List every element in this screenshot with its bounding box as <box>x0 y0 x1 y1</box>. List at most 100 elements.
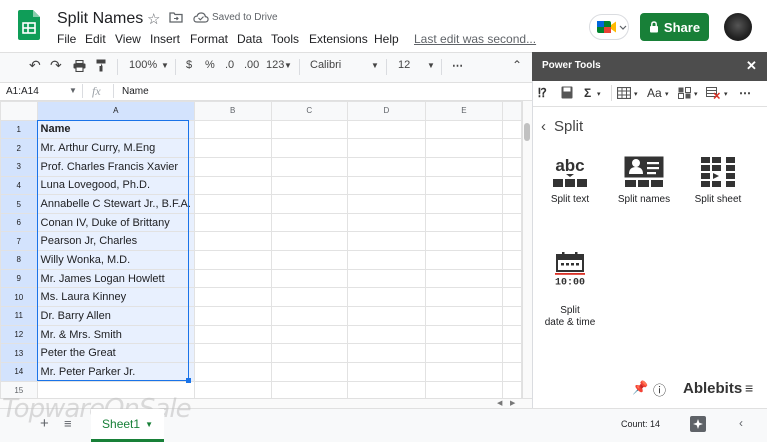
cell[interactable] <box>193 119 272 140</box>
row-header[interactable]: 1 <box>0 119 38 140</box>
cell[interactable] <box>502 250 522 270</box>
sum-icon[interactable]: Σ <box>584 86 591 100</box>
cell[interactable] <box>424 287 504 308</box>
column-header[interactable]: E <box>424 101 504 121</box>
scroll-left-icon[interactable]: ◀ <box>497 399 502 407</box>
cell-a[interactable]: Conan IV, Duke of Brittany <box>36 212 195 233</box>
cell[interactable] <box>270 343 349 363</box>
row-header[interactable]: 3 <box>0 156 38 177</box>
cell[interactable] <box>347 361 426 382</box>
cell[interactable] <box>270 119 349 140</box>
menu-format[interactable]: Format <box>190 32 228 46</box>
cell[interactable] <box>502 231 522 252</box>
cell[interactable] <box>270 250 349 270</box>
cell[interactable] <box>347 212 426 233</box>
text-case-icon[interactable]: Aa <box>647 86 662 100</box>
cell[interactable] <box>193 156 272 177</box>
cell-a[interactable]: Pearson Jr, Charles <box>36 231 195 252</box>
row-header[interactable]: 2 <box>0 138 38 158</box>
table-icon[interactable] <box>617 87 631 99</box>
cell[interactable] <box>502 306 522 326</box>
cell[interactable] <box>502 361 522 382</box>
cell[interactable] <box>347 175 426 196</box>
cell-a[interactable]: Name <box>36 119 195 140</box>
cell[interactable] <box>193 175 272 196</box>
text-chevron-icon[interactable]: ▾ <box>665 90 669 98</box>
cell[interactable] <box>193 361 272 382</box>
remove-chevron-icon[interactable]: ▾ <box>724 90 728 98</box>
selection-count[interactable]: Count: 14 <box>621 419 660 429</box>
cell[interactable] <box>424 231 504 252</box>
cell[interactable] <box>347 250 426 270</box>
cell-a[interactable]: Mr. James Logan Howlett <box>36 268 195 289</box>
all-sheets-icon[interactable]: ≡ <box>64 416 72 431</box>
cell[interactable] <box>424 343 504 363</box>
zoom-chevron-icon[interactable]: ▼ <box>161 61 169 70</box>
tools-icon[interactable]: ⁉ <box>538 86 547 100</box>
row-header[interactable]: 7 <box>0 231 38 252</box>
pin-icon[interactable]: 📌 <box>632 380 648 396</box>
cell[interactable] <box>502 156 522 177</box>
menu-file[interactable]: File <box>57 32 76 46</box>
currency-button[interactable]: $ <box>186 59 192 71</box>
cell[interactable] <box>347 287 426 308</box>
cell-a[interactable]: Dr. Barry Allen <box>36 306 195 326</box>
split-text-tool[interactable]: abc Split text <box>533 156 607 205</box>
close-icon[interactable]: ✕ <box>746 58 757 74</box>
decrease-decimal-button[interactable]: .0 <box>225 59 234 71</box>
add-sheet-icon[interactable]: + <box>40 415 49 432</box>
zoom-select[interactable]: 100% <box>129 59 157 71</box>
cell[interactable] <box>193 194 272 214</box>
row-header[interactable]: 13 <box>0 343 38 363</box>
cell[interactable] <box>193 324 272 345</box>
cell[interactable] <box>270 231 349 252</box>
meet-button[interactable] <box>589 14 629 40</box>
cell[interactable] <box>270 287 349 308</box>
info-icon[interactable]: ⓘ <box>653 380 666 399</box>
cell[interactable] <box>347 306 426 326</box>
cell-a[interactable]: Mr. & Mrs. Smith <box>36 324 195 345</box>
cell[interactable] <box>502 194 522 214</box>
cell[interactable] <box>193 231 272 252</box>
table-chevron-icon[interactable]: ▾ <box>634 90 638 98</box>
menu-extensions[interactable]: Extensions <box>309 32 368 46</box>
row-header[interactable]: 6 <box>0 212 38 233</box>
cell-a[interactable]: Annabelle C Stewart Jr., B.F.A. <box>36 194 195 214</box>
print-icon[interactable] <box>73 60 86 72</box>
cell[interactable] <box>193 343 272 363</box>
cell[interactable] <box>424 175 504 196</box>
cell[interactable] <box>502 380 522 401</box>
cell[interactable] <box>502 343 522 363</box>
redo-icon[interactable]: ↷ <box>50 57 62 74</box>
menu-tools[interactable]: Tools <box>271 32 299 46</box>
row-header[interactable]: 5 <box>0 194 38 214</box>
cell-a[interactable]: Willy Wonka, M.D. <box>36 250 195 270</box>
formats-chevron-icon[interactable]: ▼ <box>284 61 292 70</box>
split-date-time-tool[interactable]: 10:00 Split date & time <box>533 239 607 341</box>
column-header[interactable]: B <box>193 101 272 121</box>
cell[interactable] <box>502 175 522 196</box>
cell[interactable] <box>270 380 349 401</box>
scroll-right-icon[interactable]: ▶ <box>510 399 515 407</box>
row-header[interactable]: 4 <box>0 175 38 196</box>
more-formats-button[interactable]: 123 <box>266 59 284 71</box>
row-header[interactable]: 9 <box>0 268 38 289</box>
cell[interactable] <box>270 138 349 158</box>
cell[interactable] <box>193 250 272 270</box>
row-header[interactable]: 14 <box>0 361 38 382</box>
font-size-chevron-icon[interactable]: ▼ <box>427 61 435 70</box>
star-icon[interactable]: ☆ <box>147 10 160 28</box>
move-folder-icon[interactable] <box>169 11 183 23</box>
column-header[interactable]: A <box>36 101 195 121</box>
back-chevron-icon[interactable]: ‹ <box>541 118 546 135</box>
cell[interactable] <box>347 231 426 252</box>
cell[interactable] <box>347 119 426 140</box>
cell-a[interactable]: Prof. Charles Francis Xavier <box>36 156 195 177</box>
more-tools-icon[interactable]: ⋯ <box>739 86 751 100</box>
name-box[interactable]: A1:A14 <box>6 86 39 97</box>
cell[interactable] <box>270 212 349 233</box>
sheets-logo-icon[interactable] <box>18 10 40 40</box>
chevron-left-icon[interactable]: ‹ <box>739 416 743 430</box>
collapse-toolbar-icon[interactable]: ⌃ <box>512 58 522 72</box>
explore-icon[interactable] <box>690 416 706 432</box>
